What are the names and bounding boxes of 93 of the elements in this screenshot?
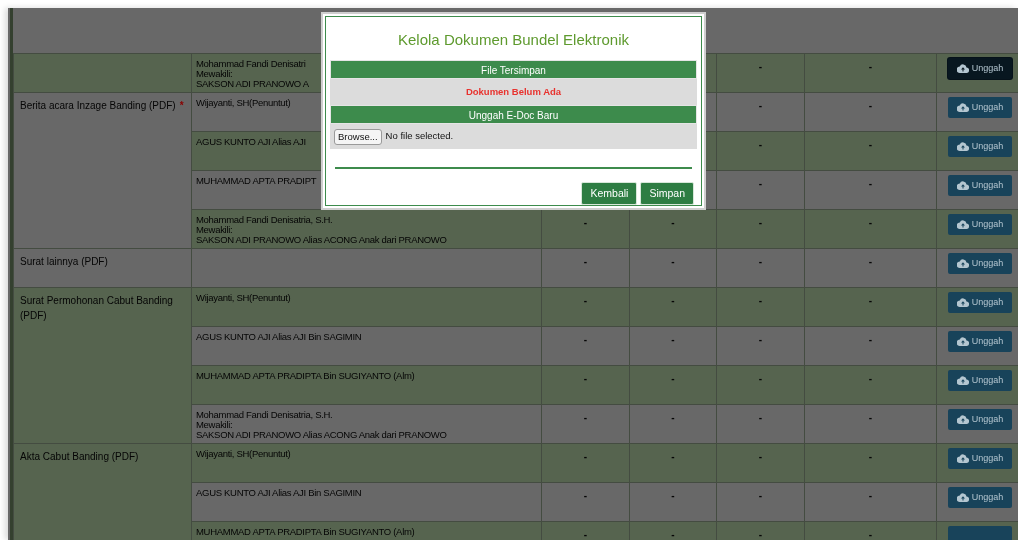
party-name: Mohammad Fandi Denisatria, S.H. Mewakili: SAKSON ADI PRANOWO Alias ACONG Anak dari PRANOWO <box>196 214 447 245</box>
table-cell: - <box>868 256 873 267</box>
table-cell: - <box>758 178 763 189</box>
upload-button[interactable]: Unggah <box>948 97 1012 118</box>
table-cell: - <box>868 178 873 189</box>
party-name: Mohammad Fandi Denisatria, S.H. Mewakili: SAKSON ADI PRANOWO Alias ACONG Anak dari PRANOWO <box>196 409 447 440</box>
table-cell: - <box>868 100 873 111</box>
table-cell: - <box>671 334 675 345</box>
save-button[interactable]: Simpan <box>640 182 694 205</box>
document-label: Berita acara Inzage Banding (PDF) <box>20 100 176 111</box>
party-name: MUHAMMAD APTA PRADIPTA Bin SUGIYANTO (Alm) <box>196 370 415 381</box>
cloud-upload-icon <box>956 298 969 307</box>
table-cell: - <box>758 256 763 267</box>
table-cell: - <box>583 295 588 306</box>
required-mark: * <box>179 100 184 111</box>
cloud-upload-icon <box>956 103 969 112</box>
upload-button[interactable]: Unggah <box>948 331 1012 352</box>
party-name: Mohammad Fandi Denisatri Mewakili: SAKSON ADI PRANOWO A <box>196 58 309 89</box>
table-cell: - <box>671 412 675 423</box>
upload-button[interactable]: Unggah <box>948 370 1012 391</box>
upload-button[interactable]: Unggah <box>948 214 1012 235</box>
cloud-upload-icon <box>956 376 969 385</box>
party-name: Wijayanti, SH(Penuntut) <box>196 448 291 459</box>
table-cell: - <box>583 217 588 228</box>
cloud-upload-icon <box>956 181 969 190</box>
cloud-upload-icon <box>956 64 969 73</box>
cloud-upload-icon <box>956 454 969 463</box>
table-cell: - <box>758 334 763 345</box>
table-cell: - <box>758 100 763 111</box>
table-cell: - <box>758 529 763 540</box>
party-name: MUHAMMAD APTA PRADIPT <box>196 175 317 186</box>
cloud-upload-icon <box>956 415 969 424</box>
table-cell: - <box>868 490 873 501</box>
table-cell: - <box>671 490 675 501</box>
party-name: Wijayanti, SH(Penuntut) <box>196 292 291 303</box>
party-name: Wijayanti, SH(Penuntut) <box>196 97 291 108</box>
table-cell: - <box>583 373 588 384</box>
upload-button[interactable]: Unggah <box>948 409 1012 430</box>
cloud-upload-icon <box>956 337 969 346</box>
upload-button[interactable]: Unggah <box>948 175 1012 196</box>
table-cell: - <box>671 529 675 540</box>
cloud-upload-icon <box>956 220 969 229</box>
browse-button[interactable]: Browse... <box>334 128 382 145</box>
upload-button[interactable]: Unggah <box>948 448 1012 469</box>
table-cell: - <box>671 373 675 384</box>
table-cell: - <box>868 412 873 423</box>
table-cell: - <box>583 490 588 501</box>
upload-button[interactable]: Unggah <box>948 253 1012 274</box>
table-cell: - <box>671 256 675 267</box>
table-cell: - <box>583 412 588 423</box>
document-label: Surat lainnya (PDF) <box>20 256 108 267</box>
file-status: No file selected. <box>385 129 454 144</box>
table-cell: - <box>758 412 763 423</box>
upload-button[interactable]: Unggah <box>948 487 1012 508</box>
table-cell: - <box>583 529 588 540</box>
party-name: AGUS KUNTO AJI Alias AJI Bin SAGIMIN <box>196 331 362 342</box>
upload-button[interactable]: Unggah <box>948 292 1012 313</box>
table-cell: - <box>758 217 763 228</box>
table-cell: - <box>868 217 873 228</box>
table-cell: - <box>671 217 675 228</box>
modal-title: Kelola Dokumen Bundel Elektronik <box>398 30 629 50</box>
upload-button[interactable]: Unggah <box>948 136 1012 157</box>
table-cell: - <box>758 373 763 384</box>
party-name: MUHAMMAD APTA PRADIPTA Bin SUGIYANTO (Alm) <box>196 526 415 537</box>
table-cell: - <box>868 451 873 462</box>
table-cell: - <box>758 451 763 462</box>
table-cell: - <box>671 295 675 306</box>
status-message: Dokumen Belum Ada <box>465 84 562 99</box>
document-label: Surat Permohonan Cabut Banding (PDF) <box>20 295 173 321</box>
table-cell: - <box>758 139 763 150</box>
document-label: Akta Cabut Banding (PDF) <box>20 451 139 462</box>
table-cell: - <box>671 451 675 462</box>
party-name: AGUS KUNTO AJI Alias AJI Bin SAGIMIN <box>196 487 362 498</box>
table-cell: - <box>868 139 873 150</box>
table-cell: - <box>583 256 588 267</box>
table-cell: - <box>583 334 588 345</box>
section-header: Unggah E-Doc Baru <box>330 105 697 125</box>
table-cell: - <box>758 61 763 72</box>
upload-button[interactable]: Unggah <box>948 58 1012 79</box>
cloud-upload-icon <box>956 259 969 268</box>
table-cell: - <box>583 451 588 462</box>
table-cell: - <box>868 529 873 540</box>
party-name: AGUS KUNTO AJI Alias AJI <box>196 136 306 147</box>
cloud-upload-icon <box>956 493 969 502</box>
table-cell: - <box>868 61 873 72</box>
table-cell: - <box>868 334 873 345</box>
section-header: File Tersimpan <box>330 59 697 79</box>
table-cell: - <box>758 295 763 306</box>
table-cell: - <box>868 295 873 306</box>
table-cell: - <box>868 373 873 384</box>
cloud-upload-icon <box>956 142 969 151</box>
table-cell: - <box>758 490 763 501</box>
back-button[interactable]: Kembali <box>581 182 638 205</box>
